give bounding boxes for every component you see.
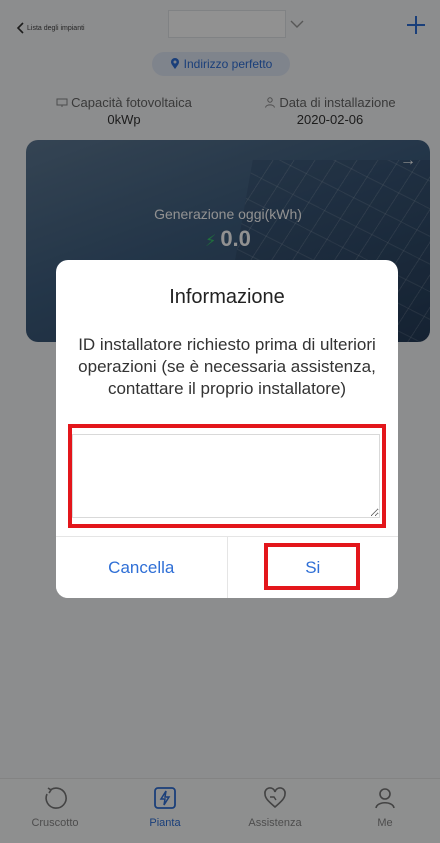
annotation-confirm-highlight [264, 543, 360, 590]
dialog-title: Informazione [169, 286, 285, 308]
annotation-input-highlight [68, 424, 386, 528]
dialog-message: ID installatore richiesto prima di ulter… [78, 335, 376, 398]
cancel-button[interactable]: Cancella [56, 537, 227, 598]
